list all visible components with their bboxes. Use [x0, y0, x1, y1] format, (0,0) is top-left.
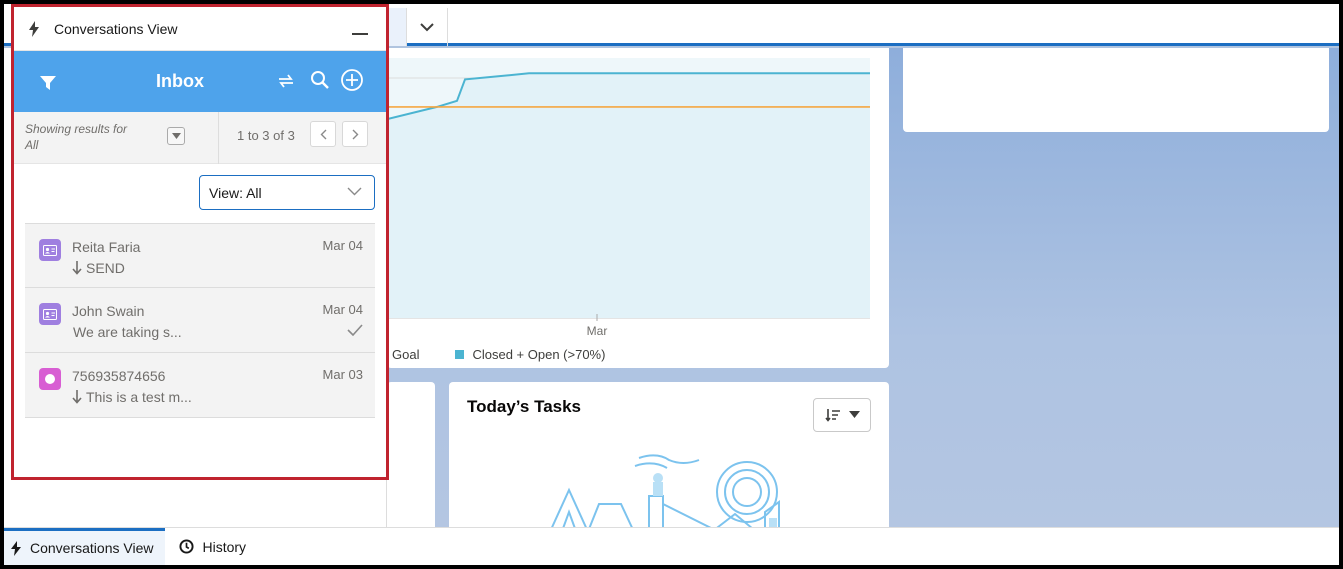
prev-page-button[interactable] [310, 121, 336, 147]
check-icon [347, 324, 363, 336]
conversation-name: Reita Faria [72, 239, 141, 255]
results-count: 1 to 3 of 3 [237, 128, 295, 143]
circle-icon [39, 368, 61, 390]
refresh-icon[interactable] [276, 71, 296, 91]
utility-tab-label: Conversations View [30, 540, 154, 556]
conversation-date: Mar 04 [322, 302, 363, 317]
contact-card-icon [39, 239, 61, 261]
search-icon[interactable] [310, 70, 330, 90]
conversation-preview: SEND [72, 260, 125, 276]
showing-results-text: Showing results for All [25, 121, 155, 153]
view-select-value: View: All [209, 184, 262, 201]
chart-legend: Goal Closed + Open (>70%) [392, 344, 605, 364]
legend-swatch-closed-open [455, 349, 465, 359]
next-page-button[interactable] [342, 121, 368, 147]
conversation-date: Mar 03 [322, 367, 363, 382]
conversation-name: 756935874656 [72, 368, 166, 384]
conversation-name: John Swain [72, 303, 145, 319]
inbox-header: Inbox [14, 51, 386, 112]
utility-tab-label: History [202, 538, 247, 555]
utility-bar: Conversations View History [4, 527, 1339, 565]
tasks-sort-button[interactable] [813, 398, 871, 432]
results-bar: Showing results for All 1 to 3 of 3 [14, 112, 386, 164]
arrow-down-icon [72, 390, 82, 404]
panel-title: Conversations View [54, 20, 178, 37]
legend-closed-open: Closed + Open (>70%) [472, 346, 606, 362]
conversation-list: Reita Faria Mar 04 SEND John Swain Mar 0… [25, 223, 375, 418]
utility-tab-conversations-view[interactable]: Conversations View [4, 528, 166, 565]
right-card [903, 48, 1329, 132]
conversation-preview: This is a test m... [72, 389, 192, 405]
lightning-icon [11, 540, 21, 556]
tasks-title: Today’s Tasks [467, 397, 582, 416]
caret-down-icon [171, 133, 181, 139]
conversation-date: Mar 04 [322, 238, 363, 253]
arrow-down-icon [72, 261, 82, 275]
small-card [387, 382, 435, 542]
chevron-down-icon [347, 187, 362, 196]
results-filter: Showing results for All [14, 112, 219, 164]
lightning-icon [29, 20, 39, 37]
conversation-item[interactable]: Reita Faria Mar 04 SEND [25, 223, 375, 288]
inbox-title: Inbox [156, 71, 204, 91]
conversation-item[interactable]: John Swain Mar 04 We are taking s... [25, 288, 375, 353]
series-area-closed-open [387, 73, 870, 318]
app-frame: Mar Goal Closed + Open (>70%) Today’s Ta… [4, 4, 1339, 565]
minimize-button[interactable] [352, 33, 368, 35]
showing-results-label: Showing results for [25, 122, 128, 136]
tab-dropdown-button[interactable] [406, 8, 448, 46]
view-select[interactable]: View: All [199, 175, 375, 210]
clock-icon [179, 539, 195, 554]
chart-card: Mar Goal Closed + Open (>70%) [387, 48, 889, 368]
legend-goal: Goal [392, 346, 420, 362]
view-row: View: All [14, 164, 386, 219]
conversation-message: This is a test m... [86, 389, 192, 405]
conversations-view-panel: Conversations View Inbox Showing results… [11, 4, 389, 480]
showing-results-filter: All [25, 138, 39, 152]
chevron-down-icon [420, 23, 434, 32]
panel-header: Conversations View [14, 7, 386, 51]
conversation-preview: We are taking s... [73, 324, 182, 340]
chevron-right-icon [352, 129, 358, 139]
chevron-left-icon [320, 129, 326, 139]
caret-down-icon [848, 411, 860, 418]
conversation-message: We are taking s... [73, 324, 182, 340]
conversation-message: SEND [86, 260, 125, 276]
line-chart: Mar [387, 58, 870, 338]
todays-tasks-card: Today’s Tasks [449, 382, 889, 542]
add-conversation-icon[interactable] [340, 68, 364, 92]
x-tick-label: Mar [587, 324, 608, 338]
contact-card-icon [39, 303, 61, 325]
sort-icon [824, 409, 840, 422]
utility-tab-history[interactable]: History [165, 528, 258, 565]
conversation-item[interactable]: 756935874656 Mar 03 This is a test m... [25, 353, 375, 418]
results-filter-dropdown[interactable] [167, 127, 185, 145]
